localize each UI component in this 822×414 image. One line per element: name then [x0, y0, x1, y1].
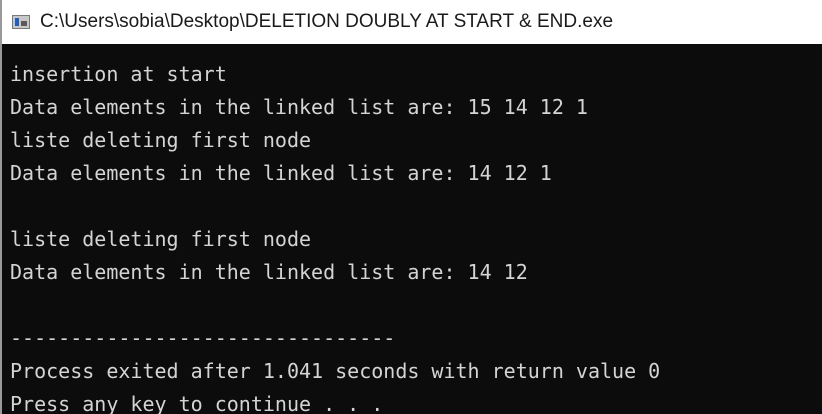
window-title: C:\Users\sobia\Desktop\DELETION DOUBLY A…	[40, 11, 614, 32]
console-line: Data elements in the linked list are: 15…	[10, 95, 588, 119]
console-line: liste deleting first node	[10, 227, 312, 251]
console-output[interactable]: insertion at start Data elements in the …	[2, 44, 822, 414]
console-line: liste deleting first node	[10, 128, 312, 152]
console-line: Process exited after 1.041 seconds with …	[10, 359, 661, 383]
console-line: Press any key to continue . . .	[10, 392, 384, 414]
console-separator: --------------------------------	[10, 326, 396, 350]
console-line: Data elements in the linked list are: 14…	[10, 161, 552, 185]
title-bar[interactable]: C:\Users\sobia\Desktop\DELETION DOUBLY A…	[2, 0, 822, 44]
console-app-icon[interactable]	[12, 15, 30, 29]
console-line: Data elements in the linked list are: 14…	[10, 260, 528, 284]
console-window: C:\Users\sobia\Desktop\DELETION DOUBLY A…	[0, 0, 822, 414]
console-line: insertion at start	[10, 62, 227, 86]
